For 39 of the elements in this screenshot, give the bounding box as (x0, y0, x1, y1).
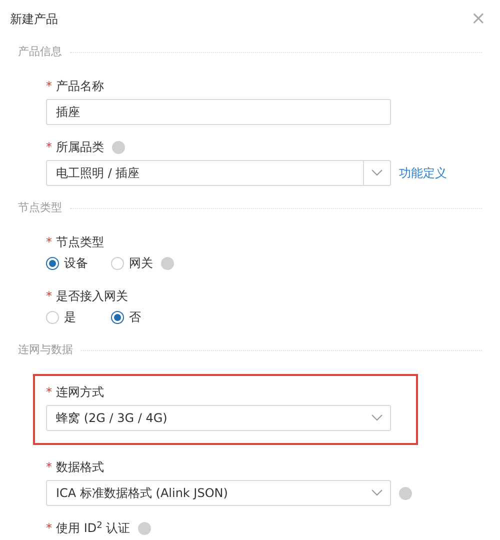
radio-label: 网关 (129, 255, 153, 272)
chevron-down-icon (371, 414, 383, 422)
required-mark: * (46, 234, 52, 251)
select-value: 电工照明 / 插座 (55, 165, 141, 182)
radio-button[interactable] (46, 256, 59, 270)
chevron-down-icon (371, 169, 383, 177)
radio-label: 是 (64, 309, 76, 326)
required-mark: * (46, 520, 52, 537)
required-mark: * (46, 459, 52, 476)
required-mark: * (46, 288, 52, 305)
radio-button[interactable] (111, 310, 124, 324)
required-mark: * (46, 78, 52, 95)
select-field[interactable]: ICA 标准数据格式 (Alink JSON) (46, 480, 391, 506)
section-title: 产品信息 (18, 44, 62, 60)
radio-label: 设备 (64, 255, 88, 272)
select-field[interactable]: 电工照明 / 插座 (46, 160, 391, 186)
feature-definition-link[interactable]: 功能定义 (399, 164, 447, 182)
select-value: ICA 标准数据格式 (Alink JSON) (55, 485, 229, 502)
chevron-down-icon (371, 489, 383, 497)
required-mark: * (46, 139, 52, 156)
select-field[interactable]: 蜂窝 (2G / 3G / 4G) (46, 405, 391, 431)
field-label: 所属品类 (56, 139, 104, 156)
field-label: 节点类型 (56, 234, 104, 251)
help-icon[interactable] (138, 522, 152, 534)
section-title: 连网与数据 (18, 342, 73, 358)
help-icon[interactable] (161, 256, 174, 270)
section-title: 节点类型 (18, 200, 62, 216)
field-label: 是否接入网关 (56, 288, 128, 305)
field-label: 数据格式 (56, 459, 104, 476)
radio-label: 否 (129, 309, 141, 326)
required-mark: * (46, 384, 52, 401)
text-field[interactable]: 插座 (46, 99, 391, 125)
dialog-title: 新建产品 (10, 11, 58, 28)
field-label: 连网方式 (56, 384, 104, 401)
field-label: 使用 ID$^{2}$ 认证 (56, 520, 130, 537)
field-label: 产品名称 (56, 78, 104, 95)
help-icon[interactable] (112, 140, 125, 154)
select-value: 蜂窝 (2G / 3G / 4G) (55, 410, 168, 427)
help-icon[interactable] (399, 486, 412, 500)
